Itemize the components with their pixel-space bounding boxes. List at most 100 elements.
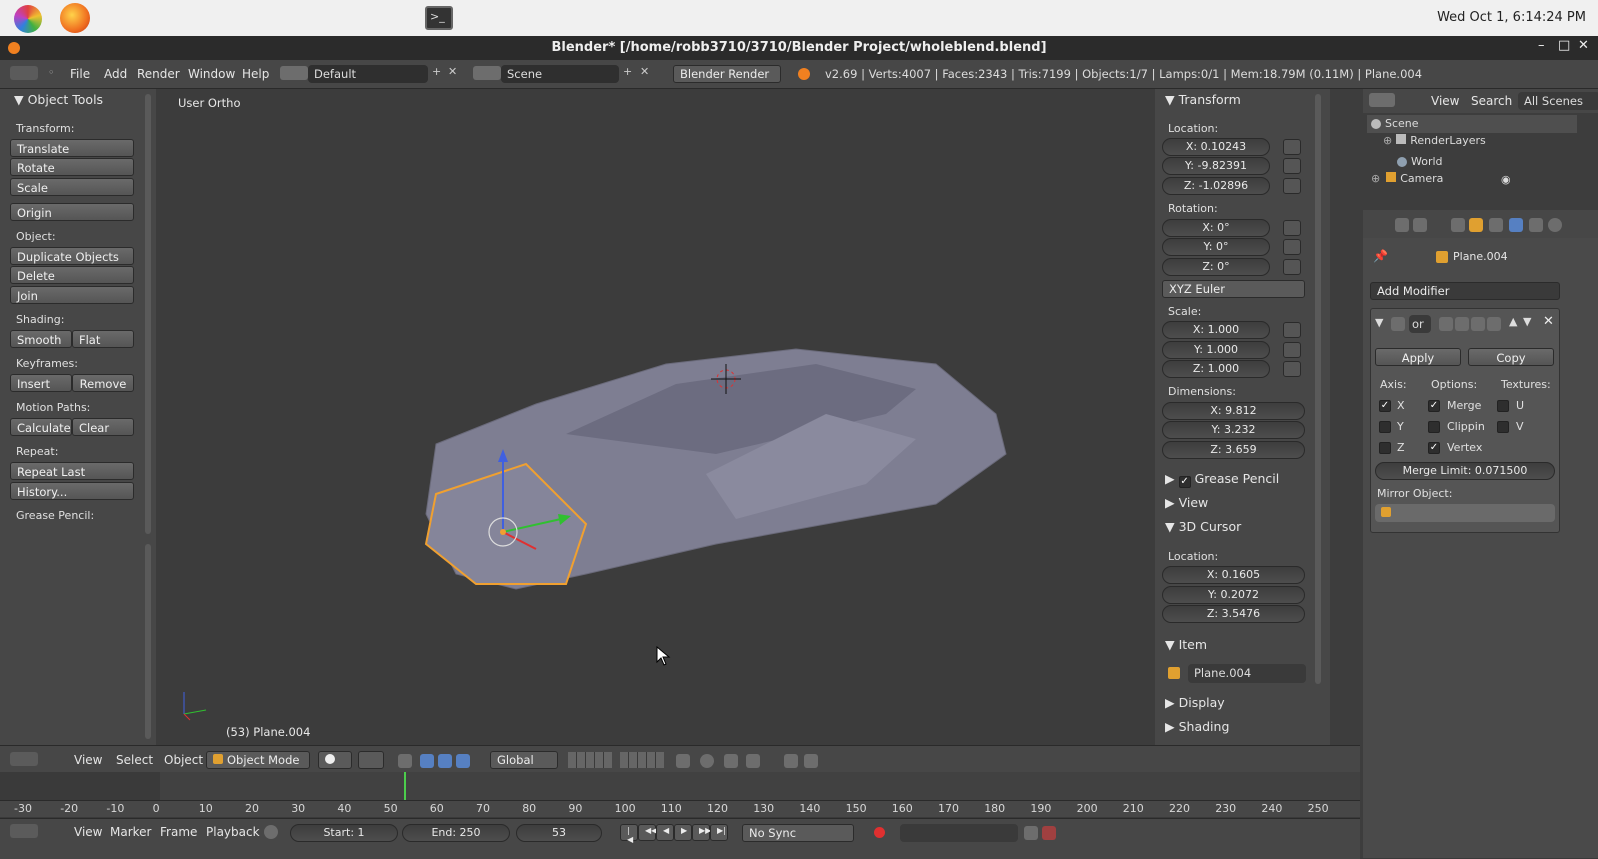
jump-start-button[interactable]: |◀ — [620, 824, 638, 844]
object-tab-icon[interactable] — [1469, 218, 1483, 232]
dimension-z-field[interactable]: Z: 3.659 — [1162, 441, 1305, 459]
3d-cursor-panel-header[interactable]: ▼ 3D Cursor — [1165, 519, 1241, 534]
play-button[interactable]: ▶ — [674, 824, 692, 841]
rotation-y-lock-icon[interactable] — [1283, 239, 1301, 255]
cursor-x-field[interactable]: X: 0.1605 — [1162, 566, 1305, 584]
rotate-button[interactable]: Rotate — [10, 158, 134, 176]
npanel-scrollbar[interactable] — [1315, 94, 1321, 684]
render-still-icon[interactable] — [784, 754, 798, 768]
modifier-name-field[interactable]: or — [1409, 315, 1431, 333]
item-panel-header[interactable]: ▼ Item — [1165, 637, 1207, 652]
toolshelf-scrollbar[interactable] — [145, 94, 151, 534]
dimension-x-field[interactable]: X: 9.812 — [1162, 402, 1305, 420]
dimension-y-field[interactable]: Y: 3.232 — [1162, 421, 1305, 439]
scene-tab-icon[interactable] — [1413, 218, 1427, 232]
data-tab-icon[interactable] — [1529, 218, 1543, 232]
preview-range-clock-icon[interactable] — [264, 825, 278, 839]
location-x-lock-icon[interactable] — [1283, 139, 1301, 155]
viewport-toggle-icon[interactable] — [1455, 317, 1469, 331]
timeline-menu-frame[interactable]: Frame — [160, 825, 197, 839]
axis-x-checkbox[interactable]: ✓ — [1379, 400, 1391, 412]
close-icon[interactable]: ✕ — [1578, 38, 1589, 53]
scene-field[interactable]: Scene — [501, 65, 619, 83]
remove-layout-icon[interactable]: ✕ — [448, 65, 457, 78]
current-frame-field[interactable]: 53 — [516, 824, 602, 842]
snap-magnet-icon[interactable] — [724, 754, 738, 768]
render-engine-select[interactable]: Blender Render — [673, 65, 781, 83]
outliner-filter-select[interactable]: All Scenes — [1518, 92, 1598, 110]
scale-z-lock-icon[interactable] — [1283, 361, 1301, 377]
apply-button[interactable]: Apply — [1375, 348, 1461, 366]
clear-button[interactable]: Clear — [72, 418, 134, 436]
translate-button[interactable]: Translate — [10, 139, 134, 157]
delete-button[interactable]: Delete — [10, 266, 134, 284]
expand-icon[interactable]: ⊕ — [1383, 134, 1392, 147]
smooth-button[interactable]: Smooth — [10, 330, 72, 348]
item-name-field[interactable]: Plane.004 — [1188, 664, 1306, 683]
apps-menu-icon[interactable] — [14, 5, 42, 33]
remove-keyframe-button[interactable]: Remove — [72, 374, 134, 392]
menu-file[interactable]: File — [70, 67, 90, 81]
outliner-menu-view[interactable]: View — [1431, 94, 1459, 108]
object-tools-header[interactable]: ▼ Object Tools — [14, 92, 103, 107]
move-up-icon[interactable]: ▲ — [1509, 315, 1517, 328]
rotation-mode-select[interactable]: XYZ Euler — [1162, 280, 1305, 298]
axis-y-checkbox[interactable] — [1379, 421, 1391, 433]
view-panel-header[interactable]: ▶ View — [1165, 495, 1208, 510]
vertex-checkbox[interactable]: ✓ — [1428, 442, 1440, 454]
add-scene-icon[interactable]: + — [623, 65, 632, 78]
rotation-y-field[interactable]: Y: 0° — [1162, 238, 1270, 256]
location-y-field[interactable]: Y: -9.82391 — [1162, 157, 1270, 175]
location-z-lock-icon[interactable] — [1283, 178, 1301, 194]
scale-x-lock-icon[interactable] — [1283, 322, 1301, 338]
transform-orientation-select[interactable]: Global — [490, 751, 558, 769]
origin-button[interactable]: Origin — [10, 203, 134, 221]
transform-gizmo[interactable] — [476, 444, 586, 554]
move-down-icon[interactable]: ▼ — [1523, 315, 1531, 328]
timeline-menu-playback[interactable]: Playback — [206, 825, 260, 839]
grease-pencil-panel-header[interactable]: ▶ ✓ Grease Pencil — [1165, 471, 1279, 488]
flat-button[interactable]: Flat — [72, 330, 134, 348]
merge-limit-field[interactable]: Merge Limit: 0.071500 — [1375, 462, 1555, 480]
firefox-icon[interactable] — [60, 3, 90, 33]
outliner-row[interactable]: ⊕ Camera ◉ — [1367, 172, 1577, 190]
outliner-row[interactable]: ⊕ RenderLayers — [1367, 134, 1577, 152]
manipulator-toggle-icon[interactable] — [398, 754, 412, 768]
world-tab-icon[interactable] — [1451, 218, 1465, 232]
remove-scene-icon[interactable]: ✕ — [640, 65, 649, 78]
proportional-edit-icon[interactable] — [700, 754, 714, 768]
location-z-field[interactable]: Z: -1.02896 — [1162, 177, 1270, 195]
transform-panel-header[interactable]: ▼ Transform — [1165, 92, 1241, 107]
editor-type-3dview-icon[interactable] — [10, 752, 38, 766]
add-modifier-select[interactable]: Add Modifier — [1370, 282, 1560, 300]
merge-checkbox[interactable]: ✓ — [1428, 400, 1440, 412]
end-frame-field[interactable]: End: 250 — [402, 824, 510, 842]
editor-type-timeline-icon[interactable] — [10, 824, 38, 838]
outliner-row[interactable]: Scene — [1367, 115, 1577, 133]
menu-add[interactable]: Add — [104, 67, 127, 81]
jump-keyframe-back-button[interactable]: ◀◀ — [638, 824, 657, 841]
minimize-icon[interactable]: – — [1538, 38, 1545, 53]
interaction-mode-select[interactable]: Object Mode — [206, 751, 310, 769]
location-x-field[interactable]: X: 0.10243 — [1162, 138, 1270, 156]
viewport-shading-select[interactable] — [318, 751, 352, 769]
sync-mode-select[interactable]: No Sync — [742, 824, 854, 842]
calculate-button[interactable]: Calculate — [10, 418, 72, 436]
axis-z-checkbox[interactable] — [1379, 442, 1391, 454]
editmode-toggle-icon[interactable] — [1471, 317, 1485, 331]
render-tab-icon[interactable] — [1395, 218, 1409, 232]
modifier-collapse-icon[interactable]: ▼ — [1375, 316, 1383, 329]
timeline-menu-marker[interactable]: Marker — [110, 825, 151, 839]
visibility-eye-icon[interactable]: ◉ — [1501, 173, 1511, 186]
remove-modifier-icon[interactable]: ✕ — [1543, 314, 1554, 329]
terminal-icon[interactable]: >_ — [425, 6, 453, 30]
texture-u-checkbox[interactable] — [1497, 400, 1509, 412]
scale-button[interactable]: Scale — [10, 178, 134, 196]
rotation-z-field[interactable]: Z: 0° — [1162, 258, 1270, 276]
rotation-x-lock-icon[interactable] — [1283, 220, 1301, 236]
layers-grid-right[interactable] — [620, 752, 664, 768]
viewport-menu-select[interactable]: Select — [116, 753, 153, 767]
jump-keyframe-forward-button[interactable]: ▶▶ — [692, 824, 711, 841]
keying-set-field[interactable] — [900, 824, 1018, 842]
copy-button[interactable]: Copy — [1468, 348, 1554, 366]
